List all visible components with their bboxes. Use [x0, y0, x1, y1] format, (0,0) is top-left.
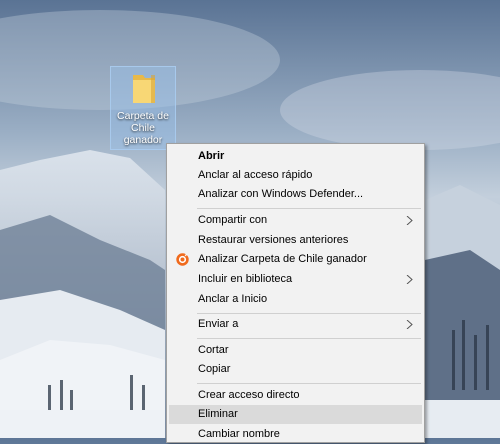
menu-item-label: Crear acceso directo: [198, 389, 300, 401]
menu-item-copy[interactable]: Copiar: [169, 360, 422, 379]
chevron-right-icon: [406, 320, 413, 329]
menu-item-label: Cambiar nombre: [198, 428, 280, 440]
avast-icon: [176, 253, 189, 266]
desktop-folder-item[interactable]: Carpeta de Chile ganador: [110, 66, 176, 150]
menu-item-include-library[interactable]: Incluir en biblioteca: [169, 270, 422, 289]
menu-item-label: Eliminar: [198, 408, 238, 420]
menu-separator: [197, 313, 421, 314]
menu-item-label: Copiar: [198, 363, 231, 375]
menu-item-label: Analizar Carpeta de Chile ganador: [198, 253, 367, 265]
menu-item-pin-start[interactable]: Anclar a Inicio: [169, 290, 422, 309]
menu-item-send-to[interactable]: Enviar a: [169, 315, 422, 334]
menu-separator: [197, 208, 421, 209]
menu-item-label: Abrir: [198, 150, 225, 162]
menu-separator: [197, 383, 421, 384]
menu-item-scan-folder[interactable]: Analizar Carpeta de Chile ganador: [169, 250, 422, 269]
context-menu: Abrir Anclar al acceso rápido Analizar c…: [166, 143, 425, 443]
menu-item-label: Restaurar versiones anteriores: [198, 234, 349, 246]
menu-item-pin-quick-access[interactable]: Anclar al acceso rápido: [169, 166, 422, 185]
menu-item-scan-defender[interactable]: Analizar con Windows Defender...: [169, 185, 422, 204]
menu-item-label: Compartir con: [198, 214, 268, 226]
chevron-right-icon: [406, 275, 413, 284]
chevron-right-icon: [406, 216, 413, 225]
menu-item-share-with[interactable]: Compartir con: [169, 211, 422, 230]
menu-item-cut[interactable]: Cortar: [169, 341, 422, 360]
menu-separator: [197, 338, 421, 339]
menu-item-label: Enviar a: [198, 318, 239, 330]
folder-icon: [133, 75, 155, 103]
menu-item-label: Analizar con Windows Defender...: [198, 188, 364, 200]
menu-item-label: Anclar a Inicio: [198, 293, 268, 305]
menu-item-delete[interactable]: Eliminar: [169, 405, 422, 424]
menu-item-create-shortcut[interactable]: Crear acceso directo: [169, 386, 422, 405]
menu-item-label: Anclar al acceso rápido: [198, 169, 313, 181]
menu-item-rename[interactable]: Cambiar nombre: [169, 425, 422, 444]
menu-item-label: Incluir en biblioteca: [198, 273, 293, 285]
menu-item-label: Cortar: [198, 344, 229, 356]
menu-item-open[interactable]: Abrir: [169, 147, 422, 166]
folder-label: Carpeta de Chile ganador: [117, 110, 169, 146]
menu-item-restore-versions[interactable]: Restaurar versiones anteriores: [169, 231, 422, 250]
